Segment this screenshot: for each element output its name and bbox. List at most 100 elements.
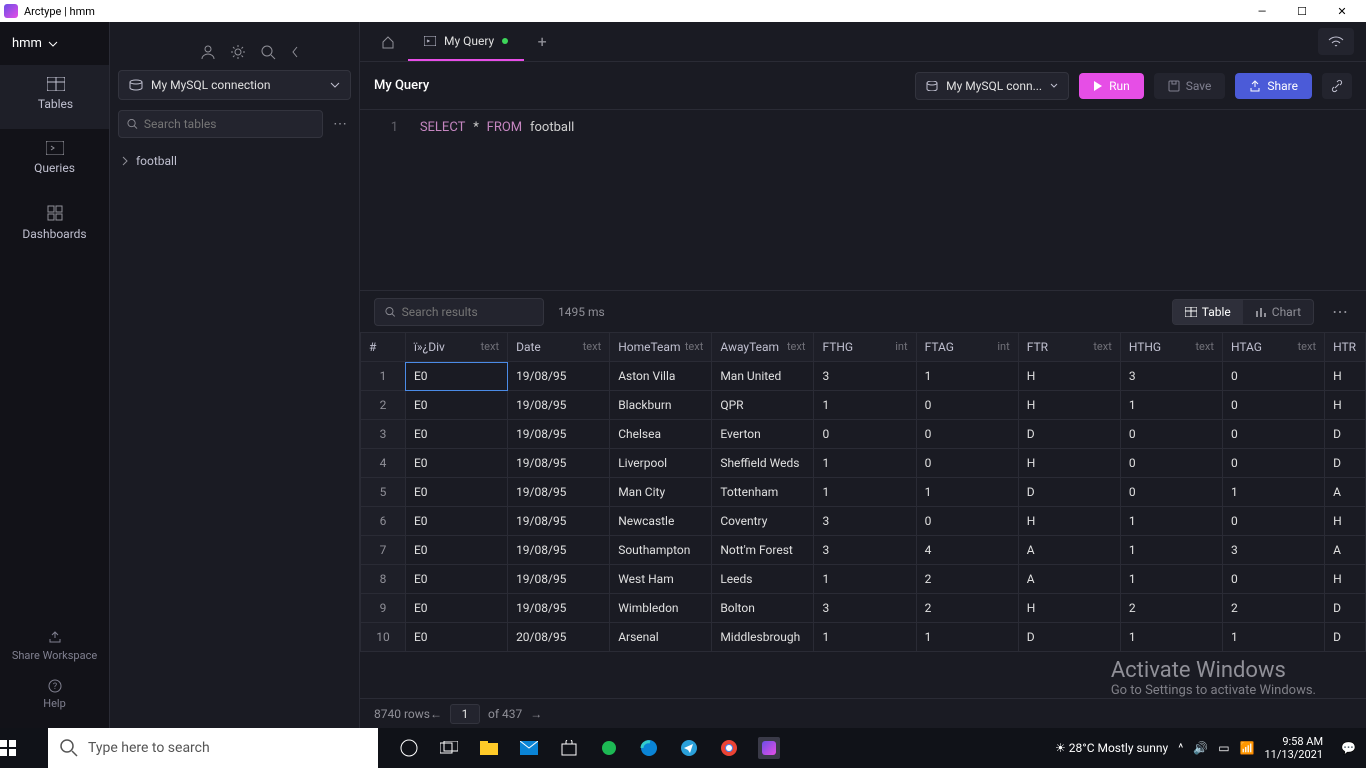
table-cell[interactable]: E0 [405, 507, 507, 536]
table-cell[interactable]: 0 [1222, 565, 1324, 594]
start-button[interactable] [0, 740, 48, 756]
table-cell[interactable]: H [1325, 391, 1366, 420]
column-header[interactable]: HTHGtext [1120, 333, 1222, 362]
results-grid[interactable]: #ï»¿DivtextDatetextHomeTeamtextAwayTeamt… [360, 332, 1366, 698]
table-cell[interactable]: Liverpool [610, 449, 712, 478]
search-results-input[interactable] [374, 298, 544, 326]
copy-link-button[interactable] [1322, 73, 1352, 99]
minimize-button[interactable]: — [1242, 5, 1282, 18]
notifications-icon[interactable]: 💬 [1341, 741, 1356, 755]
home-tab[interactable] [368, 22, 408, 61]
prev-page-button[interactable]: ← [430, 707, 442, 721]
table-row[interactable]: 8E019/08/95West HamLeeds12A10H [361, 565, 1366, 594]
table-cell[interactable]: H [1325, 362, 1366, 391]
table-cell[interactable]: 19/08/95 [508, 565, 610, 594]
table-cell[interactable]: H [1018, 507, 1120, 536]
table-cell[interactable]: 3 [1120, 362, 1222, 391]
sql-editor[interactable]: 1 SELECT * FROM football [360, 110, 1366, 290]
table-cell[interactable]: 1 [916, 478, 1018, 507]
table-cell[interactable]: E0 [405, 478, 507, 507]
table-row[interactable]: 7E019/08/95SouthamptonNott'm Forest34A13… [361, 536, 1366, 565]
table-cell[interactable]: D [1018, 623, 1120, 652]
table-row[interactable]: 4E019/08/95LiverpoolSheffield Weds10H00D [361, 449, 1366, 478]
table-cell[interactable]: H [1325, 565, 1366, 594]
taskbar-clock[interactable]: 9:58 AM 11/13/2021 [1265, 735, 1332, 761]
table-cell[interactable]: 1 [916, 623, 1018, 652]
table-cell[interactable]: Chelsea [610, 420, 712, 449]
table-cell[interactable]: QPR [712, 391, 814, 420]
search-tables-input[interactable] [118, 110, 323, 138]
table-cell[interactable]: H [1325, 507, 1366, 536]
new-tab-button[interactable]: + [524, 22, 560, 61]
table-cell[interactable]: E0 [405, 536, 507, 565]
table-cell[interactable]: 0 [1120, 420, 1222, 449]
table-cell[interactable]: 0 [916, 391, 1018, 420]
column-header[interactable]: # [361, 333, 406, 362]
table-cell[interactable]: Everton [712, 420, 814, 449]
table-cell[interactable]: 19/08/95 [508, 449, 610, 478]
table-cell[interactable]: 0 [1120, 478, 1222, 507]
app-icon[interactable] [598, 737, 620, 759]
table-cell[interactable]: 5 [361, 478, 406, 507]
table-cell[interactable]: A [1018, 565, 1120, 594]
explorer-icon[interactable] [478, 737, 500, 759]
column-header[interactable]: FTAGint [916, 333, 1018, 362]
table-cell[interactable]: 1 [361, 362, 406, 391]
table-cell[interactable]: 19/08/95 [508, 594, 610, 623]
table-cell[interactable]: D [1325, 594, 1366, 623]
table-cell[interactable]: Man United [712, 362, 814, 391]
table-cell[interactable]: 1 [814, 565, 916, 594]
table-cell[interactable]: Man City [610, 478, 712, 507]
mail-icon[interactable] [518, 737, 540, 759]
system-tray[interactable]: ☀ 28°C Mostly sunny ^ 🔊 ▭ 📶 9:58 AM 11/1… [1045, 735, 1366, 761]
table-cell[interactable]: 2 [916, 594, 1018, 623]
table-cell[interactable]: 2 [916, 565, 1018, 594]
workspace-switcher[interactable]: hmm [0, 22, 109, 65]
table-cell[interactable]: 0 [1222, 449, 1324, 478]
table-cell[interactable]: 1 [1222, 623, 1324, 652]
table-cell[interactable]: Wimbledon [610, 594, 712, 623]
nav-queries[interactable]: Queries [0, 129, 109, 193]
table-cell[interactable]: 19/08/95 [508, 478, 610, 507]
gear-icon[interactable] [230, 44, 246, 60]
table-cell[interactable]: 4 [361, 449, 406, 478]
chrome-icon[interactable] [718, 737, 740, 759]
table-cell[interactable]: 1 [1120, 565, 1222, 594]
table-cell[interactable]: A [1325, 536, 1366, 565]
table-cell[interactable]: 0 [1222, 420, 1324, 449]
tray-volume-icon[interactable]: 🔊 [1193, 741, 1208, 755]
table-row[interactable]: 3E019/08/95ChelseaEverton00D00D [361, 420, 1366, 449]
table-row[interactable]: 1E019/08/95Aston VillaMan United31H30H [361, 362, 1366, 391]
maximize-button[interactable]: ☐ [1282, 5, 1322, 18]
table-cell[interactable]: Leeds [712, 565, 814, 594]
table-cell[interactable]: 1 [814, 478, 916, 507]
table-cell[interactable]: Arsenal [610, 623, 712, 652]
table-cell[interactable]: 1 [1222, 478, 1324, 507]
tray-battery-icon[interactable]: ▭ [1218, 741, 1229, 755]
column-header[interactable]: FTRtext [1018, 333, 1120, 362]
table-cell[interactable]: E0 [405, 449, 507, 478]
connection-status-icon[interactable] [1318, 28, 1354, 55]
connection-selector[interactable]: My MySQL connection [118, 70, 351, 100]
arctype-icon[interactable] [758, 737, 780, 759]
table-cell[interactable]: 3 [814, 507, 916, 536]
table-cell[interactable]: 3 [814, 594, 916, 623]
table-cell[interactable]: 0 [1222, 507, 1324, 536]
table-cell[interactable]: E0 [405, 420, 507, 449]
table-cell[interactable]: D [1018, 420, 1120, 449]
table-cell[interactable]: Middlesbrough [712, 623, 814, 652]
table-row[interactable]: 2E019/08/95BlackburnQPR10H10H [361, 391, 1366, 420]
table-cell[interactable]: H [1018, 362, 1120, 391]
table-cell[interactable]: 2 [1222, 594, 1324, 623]
save-button[interactable]: Save [1154, 73, 1226, 99]
table-cell[interactable]: 2 [1120, 594, 1222, 623]
run-button[interactable]: Run [1079, 73, 1144, 99]
close-button[interactable]: ✕ [1322, 5, 1362, 18]
view-table-button[interactable]: Table [1173, 300, 1243, 324]
table-cell[interactable]: E0 [405, 565, 507, 594]
table-cell[interactable]: D [1325, 623, 1366, 652]
table-cell[interactable]: Tottenham [712, 478, 814, 507]
edge-icon[interactable] [638, 737, 660, 759]
search-results-field[interactable] [402, 305, 533, 319]
table-cell[interactable]: D [1325, 449, 1366, 478]
